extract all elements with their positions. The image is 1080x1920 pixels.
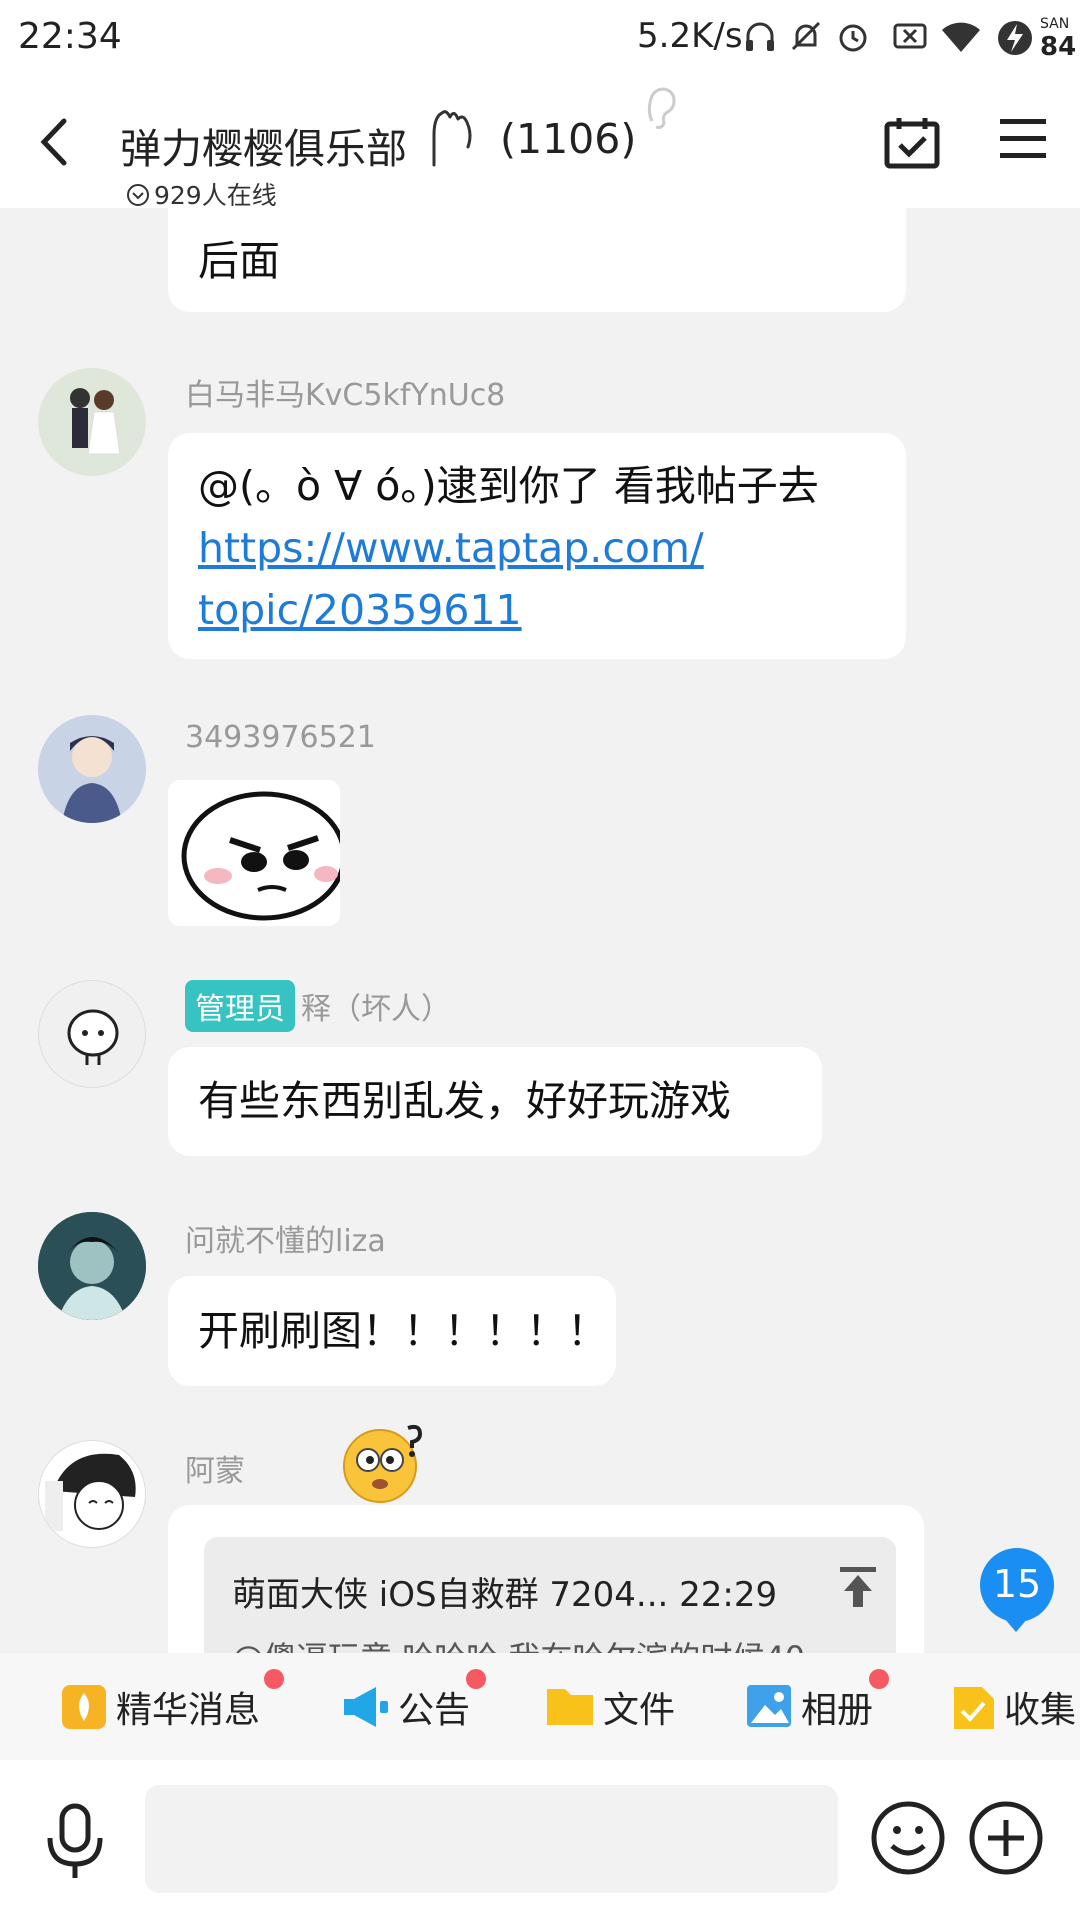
toolbar-label: 文件 [603,1690,676,1731]
avatar[interactable] [38,368,146,476]
toolbar-item-album[interactable]: 相册 [745,1669,905,1731]
status-net-speed: 5.2K/s [637,16,743,56]
member-count: (1106) [500,115,637,163]
status-battery: 84 [1040,32,1077,62]
message-bubble[interactable]: 有些东西别乱发，好好玩游戏 [168,1047,822,1156]
sender-name: 问就不懂的liza [185,1224,386,1259]
status-time: 22:34 [18,16,122,57]
sender-name: 释（坏人） [301,992,451,1027]
unread-badge[interactable]: 15 [980,1548,1054,1632]
quoted-message[interactable]: 萌面大侠 iOS自救群 7204... 22:29 @傻逼玩意 哈哈哈 我在哈尔… [204,1537,896,1653]
status-bar: 22:34 5.2K/s SAN 84 [0,0,1080,75]
sticker-image[interactable] [168,780,340,926]
message-text-prefix: @(。ò ∀ ó。)逮到你了 看我帖子去 [198,462,819,510]
toolbar-label: 公告 [398,1690,471,1731]
group-toolbar: 精华消息 公告 文件 相册 收集 [0,1653,1080,1760]
menu-icon[interactable] [1000,119,1046,159]
sender-name: 白马非马KvC5kfYnUc8 [185,378,506,413]
avatar[interactable] [38,715,146,823]
headphones-icon [746,22,774,51]
angry-face-sticker [181,791,340,921]
message-input[interactable] [145,1785,838,1893]
toolbar-item-files[interactable]: 文件 [545,1681,685,1731]
chevron-circle-icon [127,184,149,206]
message-text: 有些东西别乱发，好好玩游戏 [198,1077,731,1125]
confused-emoji-icon [343,1424,423,1503]
message-link[interactable]: topic/20359611 [198,586,522,634]
folder-icon [547,1689,593,1725]
admin-badge: 管理员 [185,980,295,1032]
online-status[interactable]: 929人在线 [126,176,277,212]
alarm-icon [839,24,867,52]
message-bubble[interactable]: 后面 [168,208,906,312]
sender-name: 3493976521 [185,720,376,755]
message-text: @(。ò ∀ ó。)逮到你了 看我帖子去 https://www.taptap.c… [198,455,878,641]
message-text: 后面 [198,237,280,285]
lightning-icon [998,21,1032,55]
avatar[interactable] [38,1440,146,1548]
essence-icon [62,1685,106,1729]
microphone-icon[interactable] [44,1802,106,1882]
message-bubble[interactable]: @(。ò ∀ ó。)逮到你了 看我帖子去 https://www.taptap.c… [168,433,906,659]
chat-messages[interactable]: 后面 白马非马KvC5kfYnUc8 @(。ò ∀ ó。)逮到你了 看我帖子去 h… [0,208,1080,1653]
toolbar-label: 收集 [1004,1690,1077,1731]
group-name[interactable]: 弹力樱樱俱乐部 [120,115,407,175]
album-icon [747,1685,791,1727]
quote-title: 萌面大侠 iOS自救群 7204... 22:29 [232,1575,778,1615]
avatar[interactable] [38,980,146,1088]
message-bubble[interactable]: 萌面大侠 iOS自救群 7204... 22:29 @傻逼玩意 哈哈哈 我在哈尔… [168,1505,924,1653]
ear-icon[interactable] [642,83,678,131]
calendar-check-icon[interactable] [884,115,940,169]
toolbar-item-essence[interactable]: 精华消息 [60,1669,284,1731]
notification-dot [264,1669,284,1689]
emoji-icon[interactable] [870,1800,946,1876]
back-arrow-icon[interactable] [38,117,68,167]
pin-to-top-icon[interactable] [840,1567,876,1607]
chat-header: 弹力樱樱俱乐部 (1106) 929人在线 [0,75,1080,210]
online-count: 929人在线 [154,181,277,210]
plus-icon[interactable] [968,1800,1044,1876]
wifi-icon [942,22,980,52]
notification-dot [869,1669,889,1689]
input-bar [0,1760,1080,1920]
toolbar-item-collect[interactable]: 收集 [952,1681,1080,1731]
bell-off-icon [791,21,821,51]
sender-line: 管理员 释（坏人） [185,980,451,1032]
sim-off-icon [893,23,927,49]
wave-hand-icon [432,110,472,167]
megaphone-icon [344,1687,388,1727]
status-san-label: SAN [1040,16,1070,32]
toolbar-item-announcement[interactable]: 公告 [340,1669,490,1731]
avatar[interactable] [38,1212,146,1320]
quote-text: @傻逼玩意 哈哈哈 我在哈尔滨的时候40 [232,1633,892,1653]
toolbar-label: 相册 [801,1690,874,1731]
notification-dot [466,1669,486,1689]
message-bubble[interactable]: 开刷刷图！！！！！！ [168,1276,616,1386]
message-text: 开刷刷图！！！！！！ [198,1307,608,1355]
collect-icon [954,1687,994,1729]
toolbar-label: 精华消息 [116,1690,261,1731]
sender-name: 阿蒙 [185,1454,245,1489]
message-link[interactable]: https://www.taptap.com/ [198,524,704,572]
